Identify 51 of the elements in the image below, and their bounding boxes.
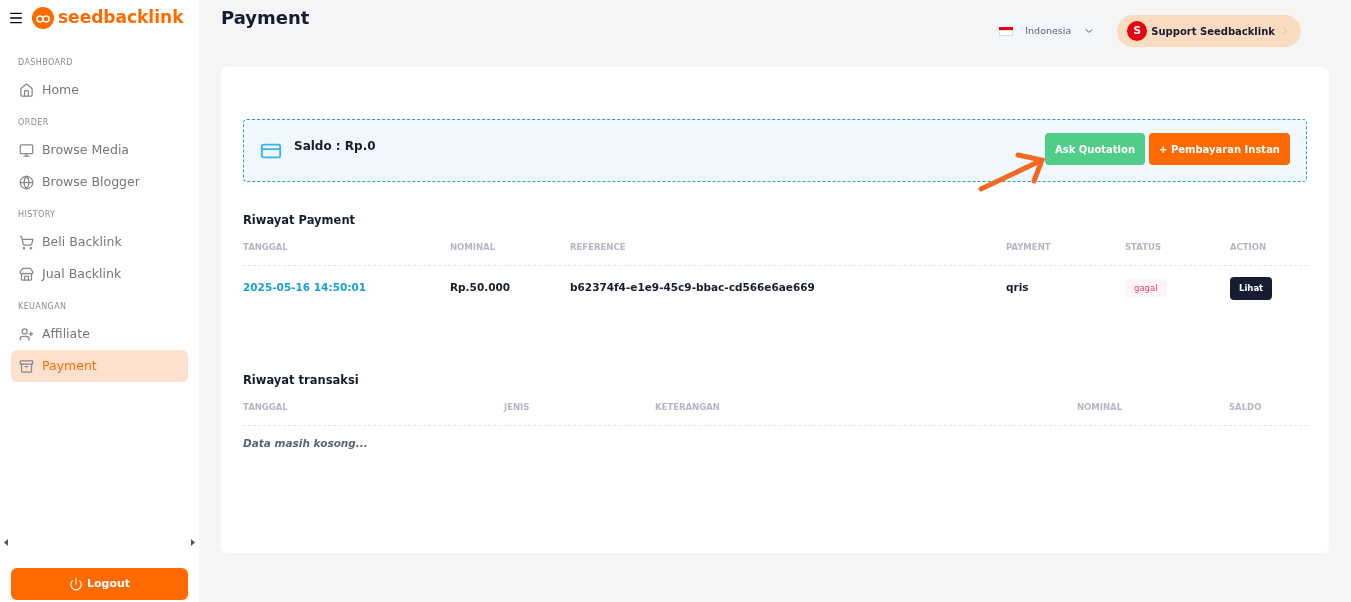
column-header: KETERANGAN — [655, 400, 721, 414]
logo-icon — [32, 7, 54, 29]
language-selector[interactable]: Indonesia — [989, 16, 1106, 46]
column-header: TANGGAL — [243, 240, 289, 254]
section-heading: HISTORY — [17, 209, 57, 221]
section-title: Riwayat transaksi — [243, 372, 360, 390]
table-cell-text: Rp.50.000 — [450, 280, 512, 296]
column-header: NOMINAL — [450, 240, 497, 254]
action-button[interactable]: + Pembayaran Instan — [1149, 133, 1290, 165]
power-icon — [68, 577, 83, 591]
nav-item[interactable]: Affiliate — [11, 318, 188, 350]
table-cell-text: qris — [1006, 280, 1030, 296]
empty-message: Data masih kosong... — [243, 435, 369, 451]
nav-icon — [19, 142, 34, 158]
nav-item[interactable]: Browse Blogger — [11, 166, 188, 198]
section-title: Riwayat Payment — [243, 212, 357, 229]
section-heading: ORDER — [17, 117, 50, 129]
column-header: PAYMENT — [1006, 240, 1052, 254]
status-badge: gagal — [1125, 279, 1167, 298]
page-title: Payment — [221, 6, 310, 30]
column-header: REFERENCE — [570, 240, 627, 254]
logout-button[interactable]: Logout — [11, 568, 188, 600]
section-heading: DASHBOARD — [17, 57, 74, 69]
date-link[interactable]: 2025-05-16 14:50:01 — [243, 280, 450, 297]
column-header: TANGGAL — [243, 400, 289, 414]
nav-icon — [19, 234, 34, 250]
menu-icon[interactable] — [8, 10, 24, 26]
nav-item[interactable]: Home — [11, 74, 188, 106]
view-button[interactable]: Lihat — [1230, 276, 1273, 300]
table-cell-text: b62374f4-e1e9-45c9-bbac-cd566e6ae669 — [570, 280, 816, 296]
scroll-left-icon[interactable] — [4, 539, 8, 546]
column-header: SALDO — [1229, 400, 1263, 414]
nav-icon — [19, 174, 34, 190]
flag-icon — [999, 26, 1014, 36]
nav-icon — [19, 82, 34, 98]
brand-name: seedbacklink — [58, 6, 184, 30]
nav-item[interactable]: Beli Backlink — [11, 226, 188, 258]
nav-item[interactable]: Browse Media — [11, 134, 188, 166]
nav-icon — [19, 326, 34, 342]
support-badge: S — [1127, 21, 1148, 41]
column-header: NOMINAL — [1077, 400, 1124, 414]
scroll-right-icon[interactable] — [191, 539, 195, 546]
balance-label: Saldo : Rp.0 — [294, 137, 376, 155]
support-button[interactable]: S Support Seedbacklink — [1117, 15, 1301, 47]
nav-icon — [19, 266, 34, 282]
nav-icon — [19, 358, 34, 374]
section-heading: KEUANGAN — [17, 301, 68, 313]
nav-item[interactable]: Jual Backlink — [11, 258, 188, 290]
column-header: ACTION — [1230, 240, 1268, 254]
column-header: STATUS — [1125, 240, 1162, 254]
column-header: JENIS — [504, 400, 531, 414]
